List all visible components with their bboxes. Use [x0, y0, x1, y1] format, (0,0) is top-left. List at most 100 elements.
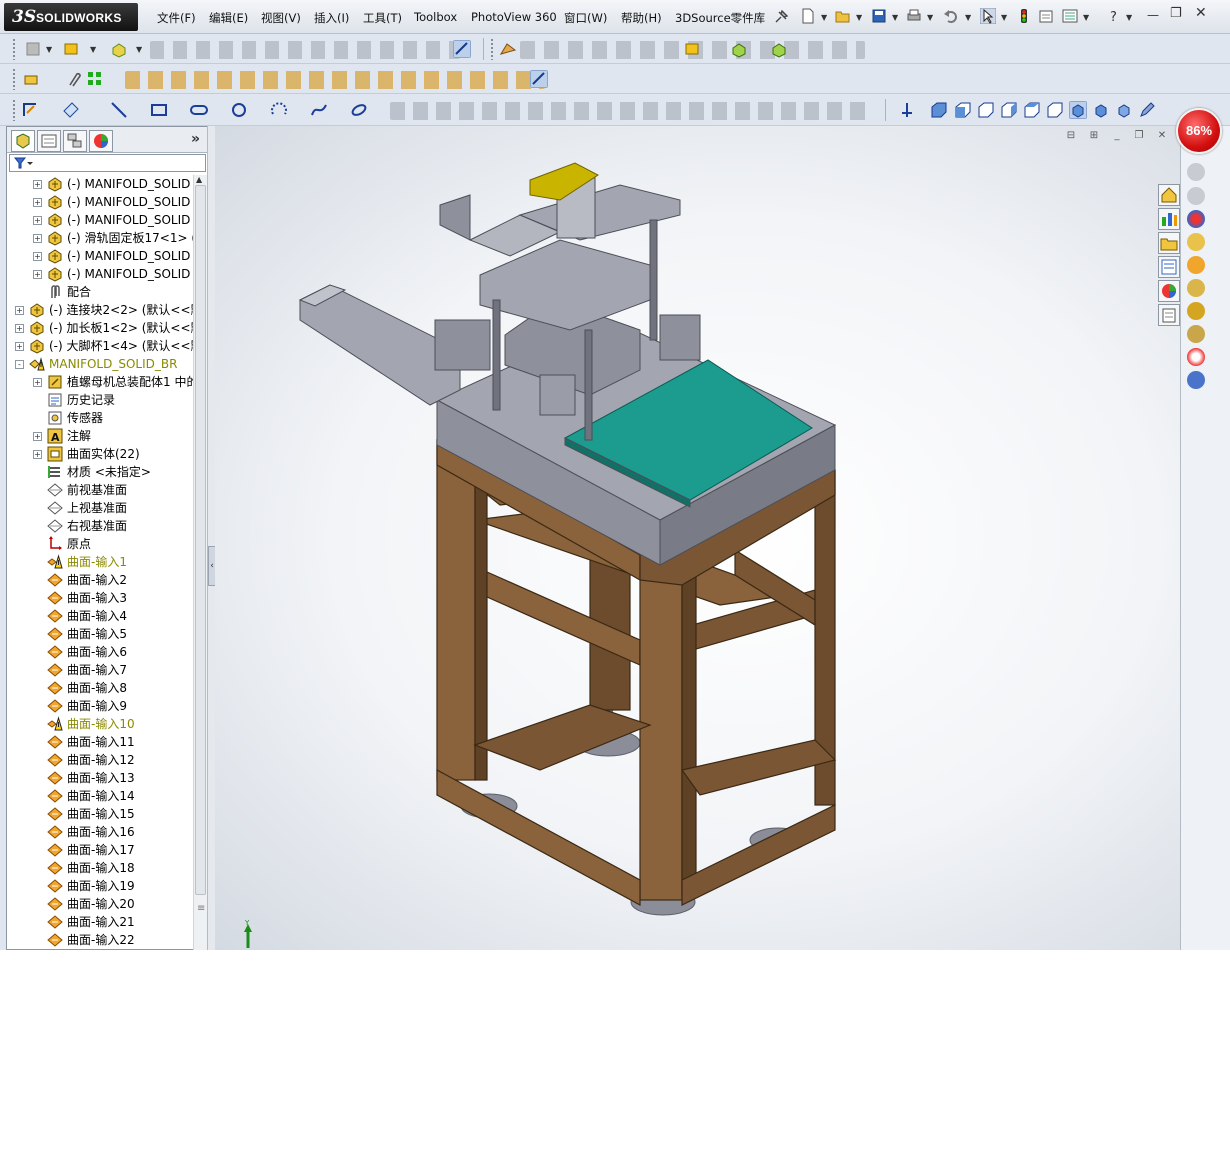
box-yellow-icon[interactable]: [62, 40, 80, 58]
expand-node-icon[interactable]: +: [33, 252, 42, 261]
toolbar-grip[interactable]: [12, 68, 16, 90]
open-dropdown-icon[interactable]: ▼: [856, 13, 862, 22]
task-pane-resources-icon[interactable]: [1158, 208, 1180, 230]
tree-row[interactable]: 曲面-输入18: [7, 859, 193, 877]
zoom-badge[interactable]: 86%: [1176, 108, 1222, 154]
scroll-up-icon[interactable]: ▲: [196, 175, 202, 184]
assembly-component-icon[interactable]: [24, 40, 42, 58]
tree-row[interactable]: + (-) MANIFOLD_SOLID: [7, 265, 193, 283]
collapse-node-icon[interactable]: -: [15, 360, 24, 369]
tree-row[interactable]: - MANIFOLD_SOLID_BR: [7, 355, 193, 373]
tree-row[interactable]: + (-) 连接块2<2> (默认<<默: [7, 301, 193, 319]
menu-photoview[interactable]: PhotoView 360: [471, 10, 557, 24]
file-properties-icon[interactable]: [1038, 8, 1054, 24]
side-tool-icon[interactable]: [1187, 325, 1205, 343]
tree-row[interactable]: 曲面-输入16: [7, 823, 193, 841]
view-back-icon[interactable]: [954, 101, 972, 119]
feature-tools-strip[interactable]: [150, 41, 460, 59]
tree-row[interactable]: 曲面-输入12: [7, 751, 193, 769]
tree-row[interactable]: 材质 <未指定>: [7, 463, 193, 481]
assembly-tools-strip[interactable]: [125, 71, 545, 89]
new-document-icon[interactable]: [800, 8, 816, 24]
tab-property-manager[interactable]: [37, 130, 61, 152]
tree-row[interactable]: 传感器: [7, 409, 193, 427]
line-icon[interactable]: [110, 101, 128, 119]
tree-row[interactable]: + A 注解: [7, 427, 193, 445]
expand-node-icon[interactable]: +: [15, 342, 24, 351]
tree-row[interactable]: 曲面-输入21: [7, 913, 193, 931]
side-tool-icon[interactable]: [1187, 256, 1205, 274]
side-tool-icon[interactable]: [1187, 302, 1205, 320]
side-tool-icon[interactable]: [1187, 279, 1205, 297]
tree-row[interactable]: 曲面-输入3: [7, 589, 193, 607]
tree-row[interactable]: 曲面-输入1: [7, 553, 193, 571]
tree-row[interactable]: 右视基准面: [7, 517, 193, 535]
expand-node-icon[interactable]: +: [33, 234, 42, 243]
green-cube-icon[interactable]: [770, 40, 788, 58]
task-pane-custom-properties-icon[interactable]: [1158, 304, 1180, 326]
close-icon[interactable]: ✕: [1195, 5, 1207, 21]
view-front-icon[interactable]: [930, 101, 948, 119]
tree-row[interactable]: 配合: [7, 283, 193, 301]
tree-row[interactable]: 曲面-输入17: [7, 841, 193, 859]
graphics-area[interactable]: Y: [215, 126, 1180, 950]
green-cube-icon[interactable]: [730, 40, 748, 58]
menu-view[interactable]: 视图(V): [261, 10, 301, 26]
toolbar-grip[interactable]: [12, 99, 16, 121]
print-icon[interactable]: [906, 8, 922, 24]
tree-row[interactable]: 曲面-输入10: [7, 715, 193, 733]
sketch-tools-strip[interactable]: [390, 102, 870, 120]
tree-row[interactable]: + 植螺母机总装配体1 中的: [7, 373, 193, 391]
help-icon[interactable]: ?: [1107, 8, 1123, 24]
tree-row[interactable]: 曲面-输入11: [7, 733, 193, 751]
side-tool-icon[interactable]: [1187, 187, 1205, 205]
tree-row[interactable]: 曲面-输入19: [7, 877, 193, 895]
filter-icon[interactable]: [14, 157, 34, 170]
viewport-split-icon[interactable]: ⊞: [1087, 130, 1101, 142]
tree-row[interactable]: + (-) MANIFOLD_SOLID: [7, 193, 193, 211]
options-dropdown-icon[interactable]: ▼: [1083, 13, 1089, 22]
view-left-icon[interactable]: [977, 101, 995, 119]
menu-edit[interactable]: 编辑(E): [209, 10, 248, 26]
menu-window[interactable]: 窗口(W): [564, 10, 607, 26]
tree-row[interactable]: + (-) MANIFOLD_SOLID: [7, 211, 193, 229]
pin-icon[interactable]: [773, 9, 789, 25]
save-icon[interactable]: [871, 8, 887, 24]
tree-row[interactable]: 曲面-输入14: [7, 787, 193, 805]
side-tool-icon[interactable]: [1187, 163, 1205, 181]
normal-to-icon[interactable]: [898, 101, 916, 119]
tree-row[interactable]: 历史记录: [7, 391, 193, 409]
tree-row[interactable]: 曲面-输入6: [7, 643, 193, 661]
surface-tool-icon[interactable]: [499, 40, 517, 58]
help-dropdown-icon[interactable]: ▼: [1126, 13, 1132, 22]
tree-row[interactable]: 曲面-输入7: [7, 661, 193, 679]
tree-row[interactable]: + (-) 加长板1<2> (默认<<默: [7, 319, 193, 337]
tree-row[interactable]: + (-) MANIFOLD_SOLID: [7, 175, 193, 193]
view-trimetric-icon[interactable]: [1092, 101, 1110, 119]
tree-row[interactable]: 曲面-输入5: [7, 625, 193, 643]
viewport-close-icon[interactable]: ✕: [1155, 130, 1169, 142]
expand-node-icon[interactable]: +: [33, 432, 42, 441]
menu-help[interactable]: 帮助(H): [621, 10, 662, 26]
tree-row[interactable]: 曲面-输入8: [7, 679, 193, 697]
menu-file[interactable]: 文件(F): [157, 10, 196, 26]
spline-icon[interactable]: [310, 101, 328, 119]
menu-toolbox[interactable]: Toolbox: [414, 10, 457, 24]
toolbar-grip[interactable]: [490, 38, 494, 60]
task-pane-library-icon[interactable]: [1158, 232, 1180, 254]
ellipse-icon[interactable]: [350, 101, 368, 119]
side-tool-icon[interactable]: [1187, 348, 1205, 366]
minimize-icon[interactable]: —: [1147, 8, 1159, 22]
view-bottom-icon[interactable]: [1046, 101, 1064, 119]
expand-node-icon[interactable]: +: [33, 378, 42, 387]
view-isometric-icon[interactable]: [1069, 101, 1087, 119]
panel-splitter[interactable]: ‹: [207, 126, 216, 950]
viewport-restore-icon[interactable]: ❐: [1132, 130, 1146, 142]
linear-pattern-icon[interactable]: [86, 70, 104, 88]
toolbar-grip[interactable]: [12, 38, 16, 60]
expand-node-icon[interactable]: +: [15, 306, 24, 315]
tree-row[interactable]: + (-) 大脚杯1<4> (默认<<默: [7, 337, 193, 355]
select-dropdown-icon[interactable]: ▼: [1001, 13, 1007, 22]
instant3d-toggle-icon[interactable]: [530, 70, 548, 88]
task-pane-home-icon[interactable]: [1158, 184, 1180, 206]
